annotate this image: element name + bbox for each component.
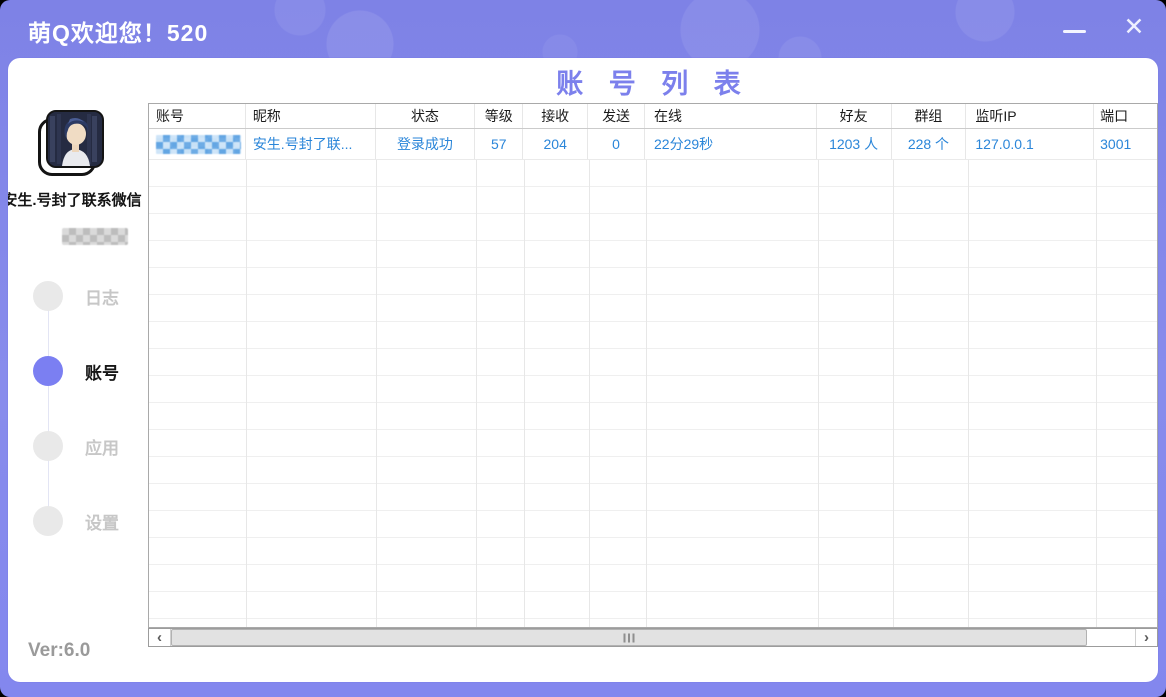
- cell-groups: 228 个: [892, 129, 967, 159]
- minimize-icon: [1063, 30, 1086, 33]
- table-header-row: 账号 昵称 状态 等级 接收 发送 在线 好友 群组 监听IP 端口: [149, 104, 1157, 129]
- cell-sent: 0: [588, 129, 645, 159]
- cell-listen-ip: 127.0.0.1: [966, 129, 1094, 159]
- window-title: 萌Q欢迎您！520: [28, 14, 208, 48]
- scroll-left-icon: ‹: [157, 630, 162, 645]
- minimize-button[interactable]: [1052, 0, 1096, 54]
- cell-friends: 1203 人: [817, 129, 892, 159]
- column-header-account[interactable]: 账号: [149, 104, 246, 128]
- anime-avatar-graphic: [48, 112, 102, 166]
- column-header-sent[interactable]: 发送: [588, 104, 645, 128]
- close-icon: ✕: [1124, 12, 1145, 42]
- cell-received: 204: [523, 129, 588, 159]
- sidebar-item-logs[interactable]: 日志: [33, 281, 148, 311]
- column-header-status[interactable]: 状态: [376, 104, 476, 128]
- horizontal-scrollbar[interactable]: ‹ ›: [148, 628, 1158, 647]
- avatar-image: [46, 110, 104, 168]
- titlebar: 萌Q欢迎您！520 ✕: [0, 0, 1166, 58]
- sidebar-display-name: 安生.号封了联系微信: [8, 189, 150, 210]
- scrollbar-thumb[interactable]: [171, 629, 1087, 646]
- cell-status: 登录成功: [376, 129, 476, 159]
- masked-account-cell-mosaic: [156, 135, 241, 154]
- sidebar-item-label: 设置: [85, 509, 119, 534]
- nav-dot-active-icon: [33, 356, 63, 386]
- cell-account: [149, 129, 246, 159]
- cell-nickname: 安生.号封了联...: [246, 129, 376, 159]
- content-panel: 安生.号封了联系微信 日志 账号 应用 设置 Ver:6.0 账 号 列 表 账…: [8, 58, 1158, 682]
- sidebar-item-label: 账号: [85, 359, 119, 384]
- version-label: Ver:6.0: [28, 640, 90, 662]
- nav-dot-icon: [33, 431, 63, 461]
- nav-dot-icon: [33, 281, 63, 311]
- sidebar-item-label: 应用: [85, 434, 119, 459]
- column-header-level[interactable]: 等级: [475, 104, 523, 128]
- scrollbar-grip-icon: [624, 633, 635, 642]
- accounts-table: 账号 昵称 状态 等级 接收 发送 在线 好友 群组 监听IP 端口 安生.号封…: [148, 103, 1158, 628]
- masked-account-mosaic: [62, 228, 128, 245]
- sidebar-item-label: 日志: [85, 284, 119, 309]
- avatar: [46, 110, 104, 168]
- close-button[interactable]: ✕: [1112, 0, 1156, 54]
- cell-online: 22分29秒: [645, 129, 817, 159]
- cell-level: 57: [475, 129, 523, 159]
- sidebar-item-accounts[interactable]: 账号: [33, 356, 148, 386]
- cell-port: 3001: [1094, 129, 1157, 159]
- empty-table-grid: [149, 160, 1157, 627]
- column-header-groups[interactable]: 群组: [892, 104, 967, 128]
- column-header-port[interactable]: 端口: [1094, 104, 1157, 128]
- column-header-listen-ip[interactable]: 监听IP: [966, 104, 1094, 128]
- scroll-right-icon: ›: [1144, 630, 1149, 645]
- app-window: 萌Q欢迎您！520 ✕: [0, 0, 1166, 697]
- sidebar-item-settings[interactable]: 设置: [33, 506, 148, 536]
- nav-connector-line: [48, 296, 49, 521]
- table-row[interactable]: 安生.号封了联... 登录成功 57 204 0 22分29秒 1203 人 2…: [149, 129, 1157, 160]
- column-header-friends[interactable]: 好友: [817, 104, 892, 128]
- scroll-right-button[interactable]: ›: [1135, 629, 1157, 646]
- column-header-online[interactable]: 在线: [645, 104, 817, 128]
- nav-dot-icon: [33, 506, 63, 536]
- column-header-received[interactable]: 接收: [523, 104, 588, 128]
- scroll-left-button[interactable]: ‹: [149, 629, 171, 646]
- sidebar-item-apps[interactable]: 应用: [33, 431, 148, 461]
- page-title: 账 号 列 表: [148, 62, 1158, 101]
- column-header-nickname[interactable]: 昵称: [246, 104, 376, 128]
